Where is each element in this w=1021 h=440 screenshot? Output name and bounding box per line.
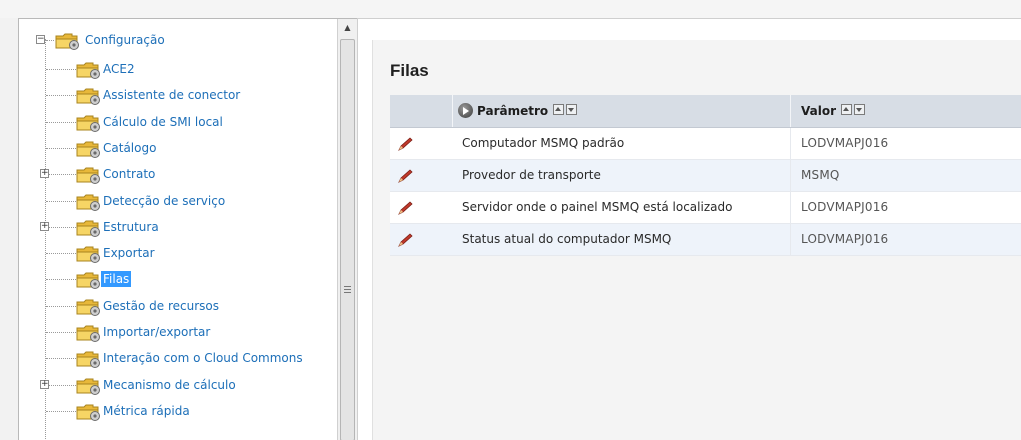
tree-item-label[interactable]: Métrica rápida: [101, 403, 192, 419]
tree-item-label[interactable]: Assistente de conector: [101, 87, 242, 103]
parameter-cell: Status atual do computador MSMQ: [462, 232, 672, 246]
tree-item-label[interactable]: Cálculo de SMI local: [101, 114, 225, 130]
tree-item[interactable]: Gestão de recursos: [19, 293, 337, 319]
page-title: Filas: [390, 61, 429, 80]
settings-folder-icon: [76, 114, 102, 132]
tree-item-label[interactable]: Interação com o Cloud Commons: [101, 350, 305, 366]
parameter-cell: Servidor onde o painel MSMQ está localiz…: [462, 200, 733, 214]
tree-item-label[interactable]: Catálogo: [101, 140, 158, 156]
settings-folder-icon: [76, 298, 102, 316]
play-circle-icon[interactable]: [458, 103, 473, 118]
tree-item[interactable]: Métrica rápida: [19, 398, 337, 424]
navigation-tree: − Configuração ACE2 Assistente de conecto…: [19, 19, 337, 440]
expand-icon[interactable]: +: [40, 379, 49, 389]
settings-folder-icon: [76, 61, 102, 79]
sort-ascending-icon[interactable]: [841, 103, 853, 115]
tree-root-configuracao[interactable]: − Configuração: [19, 29, 337, 55]
tree-item-label[interactable]: Contrato: [101, 166, 157, 182]
expand-icon[interactable]: +: [40, 169, 49, 179]
tree-item-label[interactable]: Estrutura: [101, 219, 161, 235]
column-header-value-label: Valor: [801, 104, 837, 118]
tree-item[interactable]: Exportar: [19, 240, 337, 266]
settings-folder-icon: [76, 245, 102, 264]
table-row[interactable]: Status atual do computador MSMQ LODVMAPJ0…: [390, 224, 1021, 256]
sort-descending-icon[interactable]: [566, 103, 578, 115]
settings-folder-icon: [76, 350, 102, 369]
value-cell: LODVMAPJ016: [801, 232, 889, 246]
tree-item-label[interactable]: Importar/exportar: [101, 324, 212, 340]
tree-root-label[interactable]: Configuração: [83, 32, 167, 48]
grid-header: Parâmetro Valor: [390, 95, 1021, 128]
scroll-up-arrow-icon[interactable]: ▲: [338, 19, 357, 37]
tree-item[interactable]: + Estrutura: [19, 214, 337, 240]
settings-folder-icon: [76, 193, 102, 211]
tree-item[interactable]: ACE2: [19, 56, 337, 82]
settings-folder-icon: [76, 324, 102, 342]
tree-item-label[interactable]: ACE2: [101, 61, 137, 77]
table-row[interactable]: Provedor de transporte MSMQ: [390, 160, 1021, 192]
edit-pencil-icon[interactable]: [396, 232, 414, 248]
settings-folder-icon: [55, 32, 81, 50]
settings-folder-icon: [76, 140, 102, 158]
expand-icon[interactable]: +: [40, 221, 49, 231]
table-row[interactable]: Computador MSMQ padrão LODVMAPJ016: [390, 128, 1021, 160]
scrollbar-thumb[interactable]: [340, 39, 355, 440]
value-cell: LODVMAPJ016: [801, 136, 889, 150]
tree-item[interactable]: Catálogo: [19, 135, 337, 161]
navigation-tree-panel: − Configuração ACE2 Assistente de conecto…: [18, 18, 358, 440]
sort-buttons-parameter[interactable]: [553, 96, 579, 128]
top-strip: [0, 0, 1021, 18]
tree-item-label[interactable]: Gestão de recursos: [101, 298, 221, 314]
scrollbar-grip-icon: [344, 286, 351, 293]
edit-pencil-icon[interactable]: [396, 168, 414, 184]
edit-pencil-icon[interactable]: [396, 200, 414, 216]
sort-ascending-icon[interactable]: [553, 103, 565, 115]
tree-item-label[interactable]: Exportar: [101, 245, 157, 261]
settings-folder-icon: [76, 377, 102, 395]
tree-item[interactable]: Interação com o Cloud Commons: [19, 345, 337, 371]
settings-folder-icon: [76, 403, 102, 421]
column-header-parameter[interactable]: Parâmetro: [458, 95, 579, 127]
value-cell: LODVMAPJ016: [801, 200, 889, 214]
sort-descending-icon[interactable]: [854, 103, 866, 115]
value-cell: MSMQ: [801, 168, 840, 182]
tree-item[interactable]: Cálculo de SMI local: [19, 109, 337, 135]
parameter-cell: Computador MSMQ padrão: [462, 136, 625, 150]
settings-folder-icon: [76, 219, 102, 237]
table-row[interactable]: Servidor onde o painel MSMQ está localiz…: [390, 192, 1021, 224]
tree-item[interactable]: + Mecanismo de cálculo: [19, 372, 337, 398]
parameter-cell: Provedor de transporte: [462, 168, 601, 182]
settings-folder-icon: [76, 87, 102, 106]
tree-item[interactable]: + Contrato: [19, 161, 337, 187]
tree-item-label[interactable]: Filas: [101, 271, 132, 288]
tree-item[interactable]: Filas: [19, 266, 337, 292]
settings-folder-icon: [76, 166, 102, 185]
column-header-parameter-label: Parâmetro: [477, 104, 549, 118]
tree-item-label[interactable]: Detecção de serviço: [101, 193, 227, 209]
sort-buttons-value[interactable]: [841, 96, 867, 128]
settings-folder-icon: [76, 271, 102, 290]
tree-item[interactable]: Importar/exportar: [19, 319, 337, 345]
tree-item[interactable]: Assistente de conector: [19, 82, 337, 108]
tree-item-label[interactable]: Mecanismo de cálculo: [101, 377, 238, 393]
collapse-icon[interactable]: −: [36, 35, 45, 44]
edit-pencil-icon[interactable]: [396, 136, 414, 152]
tree-item[interactable]: Detecção de serviço: [19, 188, 337, 214]
tree-vertical-scrollbar[interactable]: ▲: [337, 19, 357, 440]
column-header-value[interactable]: Valor: [801, 95, 867, 127]
